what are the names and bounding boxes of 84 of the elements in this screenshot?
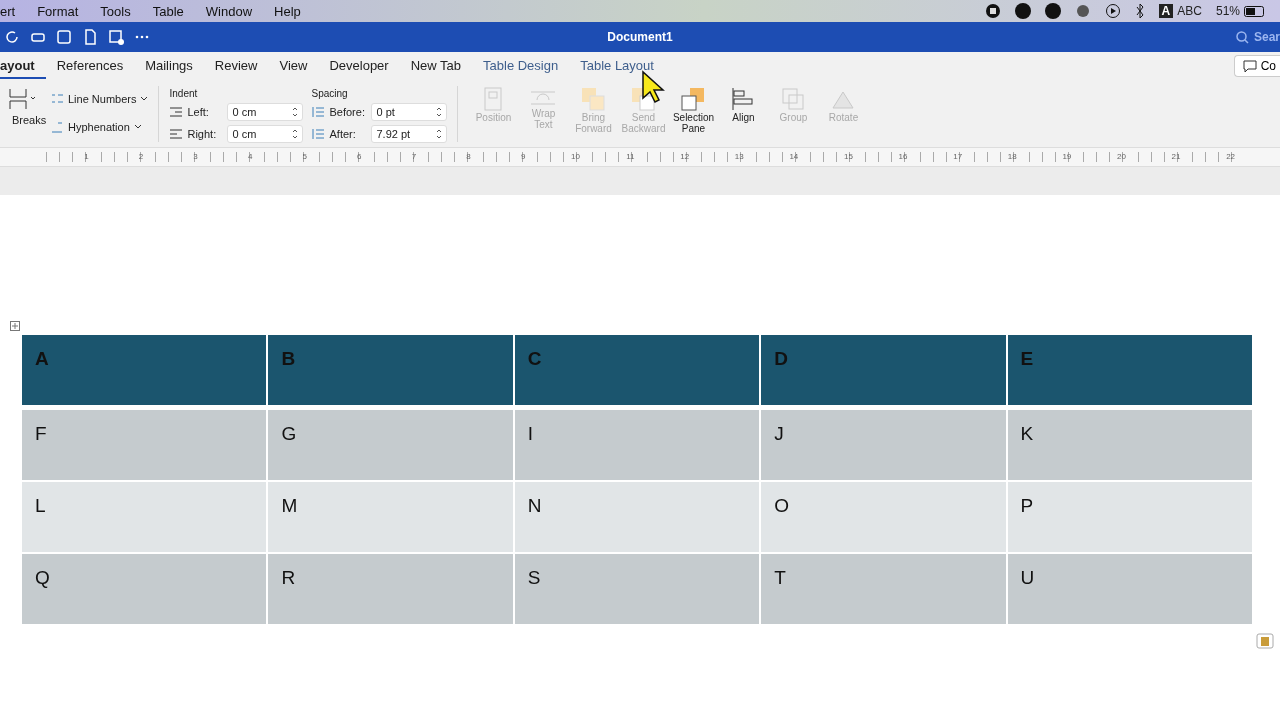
battery-percentage: 51% [1215,4,1240,18]
menu-item[interactable]: Table [152,3,196,19]
table-cell: Q [22,554,267,624]
save-icon[interactable] [56,29,72,45]
hyphenation-icon [50,120,64,134]
ribbon-tab[interactable]: References [45,53,135,79]
spacing-label: Spacing [311,88,349,99]
layers-icon [580,86,607,112]
after-label: After: [329,128,357,140]
stepper-icon[interactable] [436,106,443,118]
table-cell: J [761,410,1006,480]
bluetooth-icon[interactable] [1134,3,1145,19]
table-cell: L [22,482,267,552]
arrange-button[interactable]: Align [718,80,769,123]
table-cell: F [22,410,267,480]
table-cell: T [761,554,1006,624]
table-header-cell: E [1007,335,1252,405]
circle-icon[interactable] [1074,3,1091,19]
comment-icon [1242,59,1257,73]
search-field[interactable]: Sear [1235,30,1280,44]
window-title: Document1 [607,30,673,44]
menu-item[interactable]: Window [205,3,265,19]
refresh-icon[interactable] [4,29,20,45]
table-header-cell: B [268,335,513,405]
input-source-icon[interactable]: A [1158,4,1174,18]
indent-left-field[interactable]: 0 cm [227,103,304,121]
menu-item[interactable]: ert [0,3,28,19]
stepper-icon[interactable] [292,106,299,118]
hyphenation-button[interactable]: Hyphenation [68,121,130,133]
before-label: Before: [329,106,366,118]
table-cell: I [514,410,760,480]
right-label: Right: [187,128,218,140]
spacing-before-field[interactable]: 0 pt [371,103,448,121]
stepper-icon[interactable] [436,128,443,140]
table-cell: R [268,554,513,624]
document-icon[interactable] [82,29,98,45]
table-header-cell: D [761,335,1006,405]
ribbon-tab[interactable]: ayout [0,53,46,79]
menu-item[interactable]: Tools [100,3,143,19]
table-header-cell: A [22,335,267,405]
battery-icon[interactable] [1244,5,1266,17]
ribbon-tab[interactable]: Mailings [134,53,204,79]
table-cell: G [268,410,513,480]
table-header-cell: C [514,335,760,405]
ribbon-tab[interactable]: Table Design [472,53,570,79]
indent-right-icon [169,128,184,140]
ribbon-tab[interactable]: New Tab [399,53,473,79]
stepper-icon[interactable] [292,128,299,140]
table-cell: O [761,482,1006,552]
line-numbers-button[interactable]: Line Numbers [68,93,137,105]
menu-item[interactable]: Format [37,3,91,19]
table-cell: K [1007,410,1252,480]
table-cell: N [514,482,760,552]
record-icon[interactable] [984,3,1001,19]
spacing-after-icon [311,128,326,140]
table-move-handle[interactable] [10,321,20,331]
table-cell: S [514,554,760,624]
caret-icon [133,123,142,131]
play-icon[interactable] [1104,3,1121,19]
left-label: Left: [187,106,210,118]
input-source: ABC [1177,4,1202,18]
menu-item[interactable]: Help [274,3,313,19]
ribbon-tab[interactable]: View [268,53,319,79]
spacing-before-icon [311,106,326,118]
group-icon [780,86,807,112]
ribbon-tab[interactable]: Table Layout [569,53,665,79]
ribbon-tab[interactable]: Developer [318,53,400,79]
comments-button[interactable]: Co [1233,55,1280,77]
breaks-button[interactable]: Breaks [0,114,50,126]
search-icon [1235,30,1249,44]
layers-icon [680,86,707,112]
ribbon-tab[interactable]: Review [203,53,269,79]
table-cell: P [1007,482,1252,552]
ruler: 1 2 3 4 5 6 7 8 9 10 11 12 13 14 15 16 17 18 19 20 21 22 [0,148,1280,167]
indent-label: Indent [169,88,199,99]
arrange-button[interactable]: Selection Pane [668,80,719,134]
spacing-after-field[interactable]: 7.92 pt [371,125,448,143]
table-cell: U [1007,554,1252,624]
caret-icon [140,95,149,103]
indent-left-icon [169,106,184,118]
line-numbers-icon [50,92,64,106]
table-icon[interactable] [108,29,124,45]
table-cell: M [268,482,513,552]
indent-right-field[interactable]: 0 cm [227,125,304,143]
